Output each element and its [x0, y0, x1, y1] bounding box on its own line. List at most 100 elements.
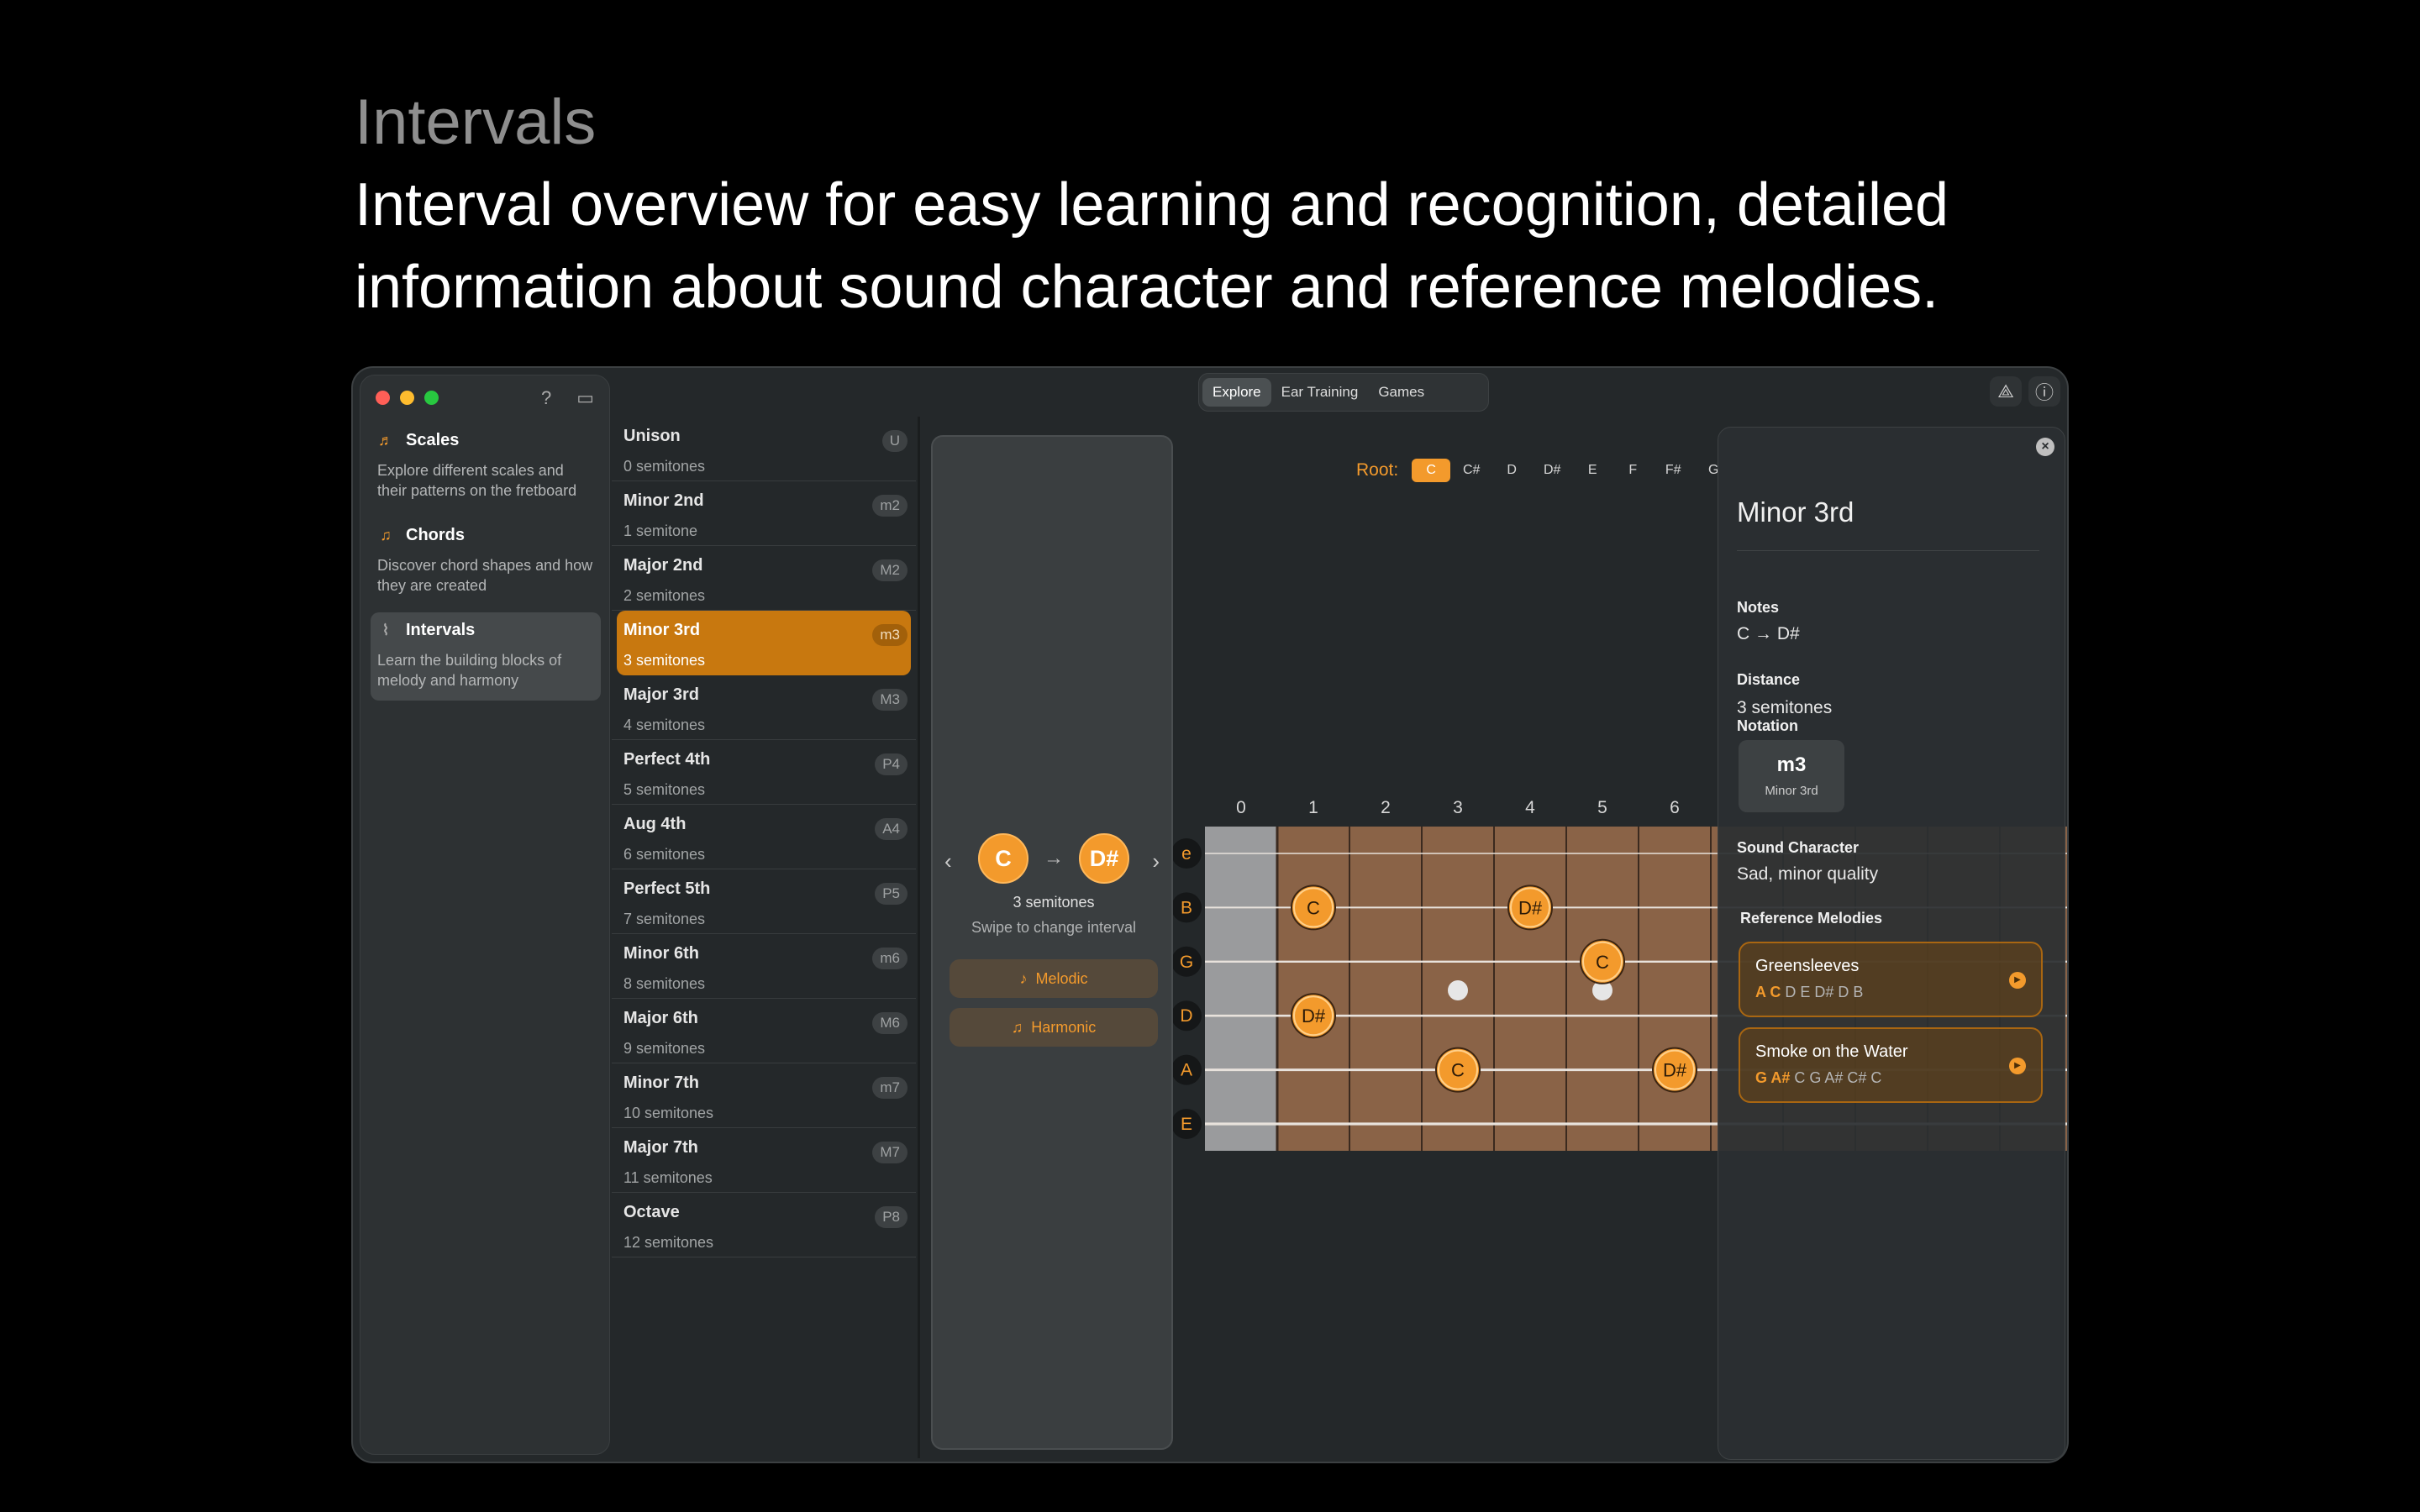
interval-list-item[interactable]: Aug 4th 6 semitones A4 [612, 805, 916, 869]
interval-list-item[interactable]: Minor 3rd 3 semitones m3 [617, 611, 911, 675]
notes-label: Notes [1737, 599, 1780, 616]
info-icon[interactable]: ⓘ [2028, 376, 2060, 407]
interval-list-item[interactable]: Octave 12 semitones P8 [612, 1193, 916, 1257]
root-key[interactable]: D# [1533, 459, 1571, 482]
interval-semitones: 1 semitone [623, 522, 698, 539]
minimize-window-button[interactable] [400, 391, 414, 405]
tab-explore[interactable]: Explore [1202, 378, 1271, 407]
interval-list-item[interactable]: Minor 2nd 1 semitone m2 [612, 481, 916, 546]
interval-name: Perfect 4th [623, 750, 711, 769]
melodic-button[interactable]: ♪ Melodic [950, 959, 1158, 998]
sound-character-value: Sad, minor quality [1737, 864, 1879, 884]
interval-abbr-badge: P5 [875, 883, 908, 905]
interval-list-item[interactable]: Major 6th 9 semitones M6 [612, 999, 916, 1063]
interval-abbr-badge: U [881, 430, 908, 452]
fret-number-label: 6 [1670, 798, 1680, 817]
root-key[interactable]: D [1492, 459, 1531, 482]
notation-box: m3 Minor 3rd [1739, 740, 1844, 812]
interval-semitones: 12 semitones [623, 1234, 714, 1251]
swipe-hint: Swipe to change interval [971, 919, 1137, 936]
interval-abbr-badge: M2 [872, 559, 908, 581]
notation-label: Notation [1737, 717, 1798, 734]
fretboard-note-label: D# [1518, 897, 1543, 918]
root-key[interactable]: C [1412, 459, 1451, 482]
close-window-button[interactable] [376, 391, 390, 405]
detail-title: Minor 3rd [1737, 496, 1854, 528]
sidebar-item-intervals[interactable]: ⌇ Intervals Learn the building blocks of … [371, 612, 601, 701]
sidebar-item-description: Discover chord shapes and how they are c… [377, 557, 593, 594]
reference-melodies-label: Reference Melodies [1740, 910, 1883, 927]
string-label: B [1181, 898, 1192, 917]
sidebar-toolbar: ? ▭ [541, 387, 594, 409]
notation-abbr: m3 [1776, 753, 1807, 776]
interval-semitones: 5 semitones [623, 781, 706, 798]
zoom-window-button[interactable] [424, 391, 439, 405]
root-key[interactable]: F# [1654, 459, 1692, 482]
fret-number-label: 2 [1381, 798, 1391, 817]
string-label: G [1180, 953, 1193, 972]
sidebar-item-description: Explore different scales and their patte… [377, 462, 577, 499]
interval-name: Major 6th [623, 1009, 698, 1027]
distance-label: Distance [1737, 671, 1801, 688]
melody-card-greensleeves[interactable]: Greensleeves A C D E D# D B ▶ [1739, 942, 2043, 1017]
interval-list-item[interactable]: Unison 0 semitones U [612, 417, 916, 481]
root-key[interactable]: F [1613, 459, 1652, 482]
fret-marker-dot [1448, 980, 1468, 1000]
interval-abbr-badge: m2 [872, 495, 908, 517]
interval-list-item[interactable]: Major 7th 11 semitones M7 [612, 1128, 916, 1193]
root-key[interactable]: C# [1452, 459, 1491, 482]
interval-name: Unison [623, 427, 681, 445]
play-icon[interactable]: ▶ [2009, 972, 2026, 989]
interval-card[interactable]: ‹ › C → D# 3 semitones Swipe to change i… [931, 435, 1173, 1450]
melody-card-smoke-on-the-water[interactable]: Smoke on the Water G A# C G A# C# C ▶ [1739, 1027, 2043, 1103]
interval-semitones: 3 semitones [1013, 894, 1095, 911]
interval-list-item[interactable]: Perfect 4th 5 semitones P4 [612, 740, 916, 805]
detail-divider [1737, 550, 2039, 551]
help-icon[interactable]: ? [541, 387, 551, 409]
play-icon[interactable]: ▶ [2009, 1058, 2026, 1074]
string-label: D [1180, 1006, 1192, 1026]
sidebar-item-description: Learn the building blocks of melody and … [377, 652, 562, 689]
interval-semitones: 6 semitones [623, 846, 706, 863]
sidebar-item-scales[interactable]: ♬ Scales Explore different scales and the… [371, 423, 601, 511]
sidebar-toggle-icon[interactable]: ▭ [576, 387, 594, 409]
interval-abbr-badge: m7 [872, 1077, 908, 1099]
interval-abbr-badge: M6 [872, 1012, 908, 1034]
interval-name: Minor 3rd [623, 621, 701, 639]
fret-number-label: 5 [1597, 798, 1607, 817]
close-icon[interactable]: × [2036, 438, 2054, 456]
interval-name: Octave [623, 1203, 680, 1221]
tab-ear-training[interactable]: Ear Training [1271, 378, 1369, 407]
harmonic-button[interactable]: ♫ Harmonic [950, 1008, 1158, 1047]
pane-divider[interactable] [918, 417, 920, 1458]
sidebar-item-label: Scales [406, 431, 460, 449]
melody-name: Greensleeves [1755, 957, 1860, 975]
note-to-badge: D# [1079, 833, 1129, 884]
tuning-fork-icon[interactable]: ⟁ [1990, 376, 2022, 407]
interval-list-item[interactable]: Minor 6th 8 semitones m6 [612, 934, 916, 999]
mode-segmented-control: Explore Ear Training Games [1198, 373, 1489, 412]
interval-list-item[interactable]: Perfect 5th 7 semitones P5 [612, 869, 916, 934]
sidebar-item-label: Intervals [406, 621, 476, 639]
sidebar: ? ▭ ♬ Scales Explore different scales and… [360, 375, 610, 1455]
interval-list-item[interactable]: Minor 7th 10 semitones m7 [612, 1063, 916, 1128]
fretboard-note-label: C [1596, 952, 1609, 973]
interval-semitones: 2 semitones [623, 587, 706, 604]
interval-list-item[interactable]: Major 2nd 2 semitones M2 [612, 546, 916, 611]
hero-kicker: Intervals [355, 87, 597, 158]
fretboard-note-label: C [1307, 897, 1320, 918]
root-key[interactable]: E [1573, 459, 1612, 482]
sidebar-item-chords[interactable]: ♫ Chords Discover chord shapes and how th… [371, 517, 601, 606]
interval-abbr-badge: P8 [875, 1206, 908, 1228]
string-label: e [1181, 844, 1192, 864]
tab-games[interactable]: Games [1368, 378, 1434, 407]
toolbar-actions: ⟁ ⓘ [1990, 376, 2060, 407]
interval-abbr-badge: m3 [872, 624, 908, 646]
interval-name: Aug 4th [623, 815, 687, 833]
scales-icon: ♬ [378, 432, 393, 449]
interval-semitones: 7 semitones [623, 911, 706, 927]
interval-semitones: 3 semitones [623, 652, 706, 669]
interval-list-item[interactable]: Major 3rd 4 semitones M3 [612, 675, 916, 740]
interval-name: Minor 6th [623, 944, 699, 963]
chords-icon: ♫ [1011, 1018, 1023, 1036]
